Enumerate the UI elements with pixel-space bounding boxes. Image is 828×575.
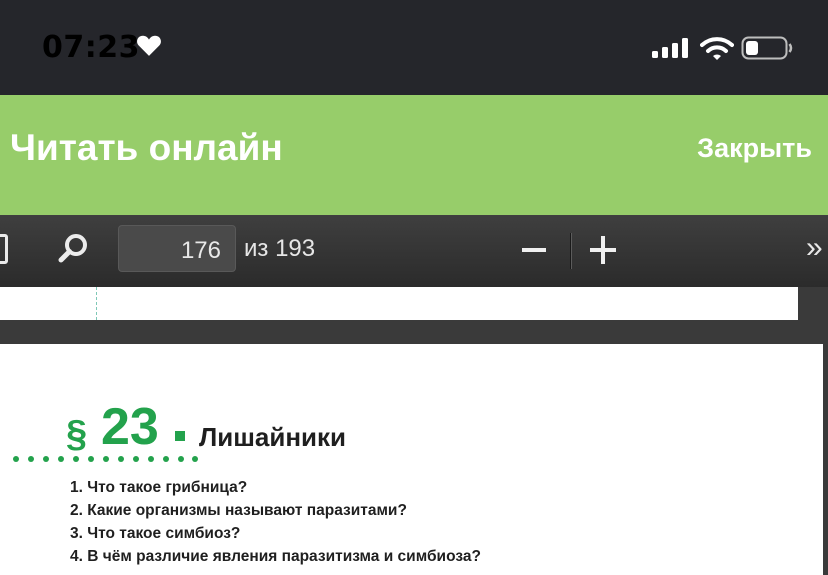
sidebar-toggle-icon[interactable]	[0, 234, 8, 264]
wifi-icon	[700, 37, 734, 60]
heart-icon	[137, 35, 161, 56]
dotted-rule	[13, 456, 198, 462]
zoom-out-button[interactable]	[522, 248, 546, 252]
zoom-separator	[570, 233, 571, 269]
zoom-in-button[interactable]	[590, 236, 616, 264]
section-mark: §	[66, 413, 88, 455]
battery-icon	[741, 36, 793, 60]
question-item: 4. В чём различие явления паразитизма и …	[70, 548, 481, 565]
question-item: 2. Какие организмы называют паразитами?	[70, 502, 407, 519]
page-total-label: из 193	[244, 235, 316, 262]
page-title: Читать онлайн	[10, 127, 283, 168]
signal-icon	[652, 38, 688, 58]
previous-page	[0, 287, 798, 320]
section-title: Лишайники	[199, 422, 347, 452]
page-number-input[interactable]: 176	[118, 225, 236, 272]
section-dot	[175, 431, 185, 441]
close-button[interactable]: Закрыть	[697, 133, 812, 164]
more-tools-button[interactable]: »	[806, 231, 823, 265]
page-margin-line	[96, 287, 97, 320]
question-item: 1. Что такое грибница?	[70, 479, 248, 496]
question-item: 3. Что такое симбиоз?	[70, 525, 241, 542]
status-time: 07:23	[42, 30, 140, 65]
section-number: 23	[101, 398, 159, 456]
search-icon[interactable]	[58, 232, 90, 264]
question-list: 1. Что такое грибница? 2. Какие организм…	[70, 476, 481, 568]
